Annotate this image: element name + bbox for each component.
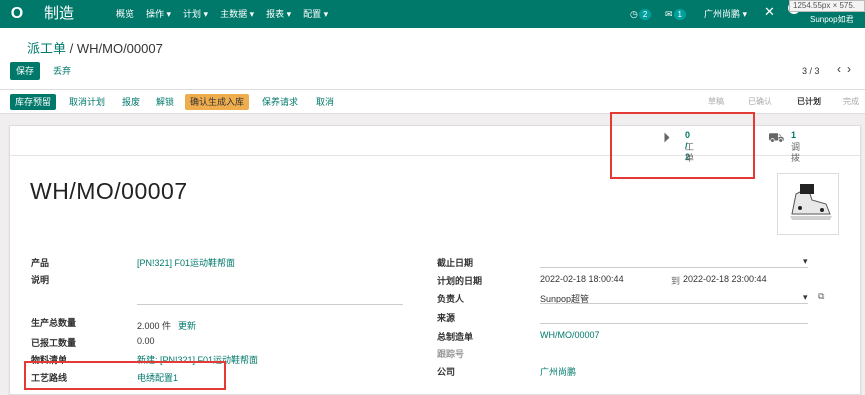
company-switcher[interactable]: 广州尚鹏 ▾ (704, 7, 747, 21)
planned-to-label: 到 (671, 276, 681, 286)
clock-icon: ◷ (630, 9, 638, 19)
responsible-label: 负责人 (437, 294, 465, 304)
highlight-box-workorders (610, 112, 755, 179)
record-title: WH/MO/00007 (30, 178, 188, 204)
breadcrumb: 派工单 / WH/MO/00007 (27, 38, 163, 57)
save-button[interactable]: 保存 (10, 62, 41, 80)
breadcrumb-separator: / (66, 41, 77, 56)
planned-start-field[interactable]: 2022-02-18 18:00:44 (540, 274, 624, 284)
pager-buttons: ‹› (837, 62, 857, 76)
pager-value[interactable]: 3 / 3 (802, 66, 820, 76)
main-menu: 概览 操作 ▾ 计划 ▾ 主数据 ▾ 报表 ▾ 配置 ▾ (116, 8, 340, 20)
product-image[interactable] (777, 173, 839, 235)
cancel-button[interactable]: 取消 (311, 94, 339, 110)
master-mo-field[interactable]: WH/MO/00007 (540, 330, 600, 340)
stage-done[interactable]: 完成 (843, 96, 859, 108)
confirm-stock-in-button[interactable]: 确认生成入库 (185, 94, 250, 110)
user-name[interactable]: Sunpop如君 (810, 13, 854, 27)
transfers-label: 调拨 (791, 142, 801, 163)
breadcrumb-current: WH/MO/00007 (76, 41, 163, 56)
maintenance-request-button[interactable]: 保养请求 (257, 94, 303, 110)
tracking-label: 跟踪号 (437, 349, 465, 359)
stage-confirmed[interactable]: 已确认 (748, 96, 772, 108)
company-field[interactable]: 广州尚鹏 (540, 365, 576, 378)
deadline-field[interactable] (540, 267, 808, 268)
reserve-stock-button[interactable]: 库存预留 (10, 94, 57, 110)
chevron-left-icon[interactable]: ‹ (837, 62, 847, 76)
description-field[interactable] (137, 271, 403, 305)
source-field[interactable] (540, 323, 808, 324)
dimension-tooltip: 1254.55px × 575. (789, 0, 865, 12)
deadline-label: 截止日期 (437, 258, 474, 268)
scrap-button[interactable]: 报废 (117, 94, 145, 110)
responsible-underline (540, 303, 808, 304)
update-quantity-link[interactable]: 更新 (178, 319, 196, 332)
transfers-count: 1 (791, 130, 797, 140)
external-link-icon[interactable]: ⧉ (818, 291, 824, 302)
menu-planning[interactable]: 计划 ▾ (183, 8, 208, 20)
unlock-button[interactable]: 解锁 (151, 94, 179, 110)
odoo-logo[interactable]: O (8, 5, 26, 23)
deadline-dropdown-icon[interactable]: ▾ (803, 256, 808, 267)
breadcrumb-parent[interactable]: 派工单 (27, 41, 66, 56)
shoe-image-icon (790, 184, 832, 220)
control-panel: 派工单 / WH/MO/00007 保存 丢弃 3 / 3 ‹› (0, 28, 865, 90)
message-badge: 1 (673, 9, 686, 20)
top-navbar: O 制造 概览 操作 ▾ 计划 ▾ 主数据 ▾ 报表 ▾ 配置 ▾ ◷ 2 ✉ 1 … (0, 0, 865, 28)
product-label: 产品 (31, 258, 50, 268)
menu-master-data[interactable]: 主数据 ▾ (220, 8, 254, 20)
cancel-plan-button[interactable]: 取消计划 (64, 94, 110, 110)
reported-qty-label: 已报工数量 (31, 338, 77, 348)
close-icon[interactable]: ✕ (764, 5, 775, 19)
stage-planned[interactable]: 已计划 (797, 96, 821, 108)
stage-draft[interactable]: 草稿 (708, 96, 724, 108)
planned-date-label: 计划的日期 (437, 276, 483, 286)
chevron-right-icon[interactable]: › (847, 62, 857, 76)
company-label: 公司 (437, 367, 456, 377)
planned-end-field[interactable]: 2022-02-18 23:00:44 (683, 274, 767, 284)
truck-icon: ⛟ (768, 130, 785, 145)
reported-qty-value: 0.00 (137, 336, 155, 346)
quantity-label: 生产总数量 (31, 318, 77, 328)
menu-configuration[interactable]: 配置 ▾ (303, 8, 328, 20)
master-mo-label: 总制造单 (437, 332, 474, 342)
responsible-dropdown-icon[interactable]: ▾ (803, 292, 808, 303)
highlight-box-routing (24, 361, 226, 390)
menu-operations[interactable]: 操作 ▾ (146, 8, 171, 20)
description-label: 说明 (31, 275, 50, 285)
app-name[interactable]: 制造 (44, 5, 74, 23)
discard-button[interactable]: 丢弃 (53, 62, 71, 80)
messages-button[interactable]: ✉ 1 (665, 7, 686, 21)
quantity-value[interactable]: 2.000 件 (137, 319, 171, 332)
menu-reporting[interactable]: 报表 ▾ (266, 8, 291, 20)
menu-overview[interactable]: 概览 (116, 8, 134, 20)
chat-icon: ✉ (665, 9, 673, 19)
source-label: 来源 (437, 313, 456, 323)
status-bar: 库存预留 取消计划 报废 解锁 确认生成入库 保养请求 取消 草稿 已确认 已计… (0, 90, 865, 114)
activity-badge: 2 (638, 9, 652, 20)
activity-button[interactable]: ◷ 2 (630, 7, 652, 21)
product-field[interactable]: [PN!321] F01运动鞋帮面 (137, 256, 235, 269)
